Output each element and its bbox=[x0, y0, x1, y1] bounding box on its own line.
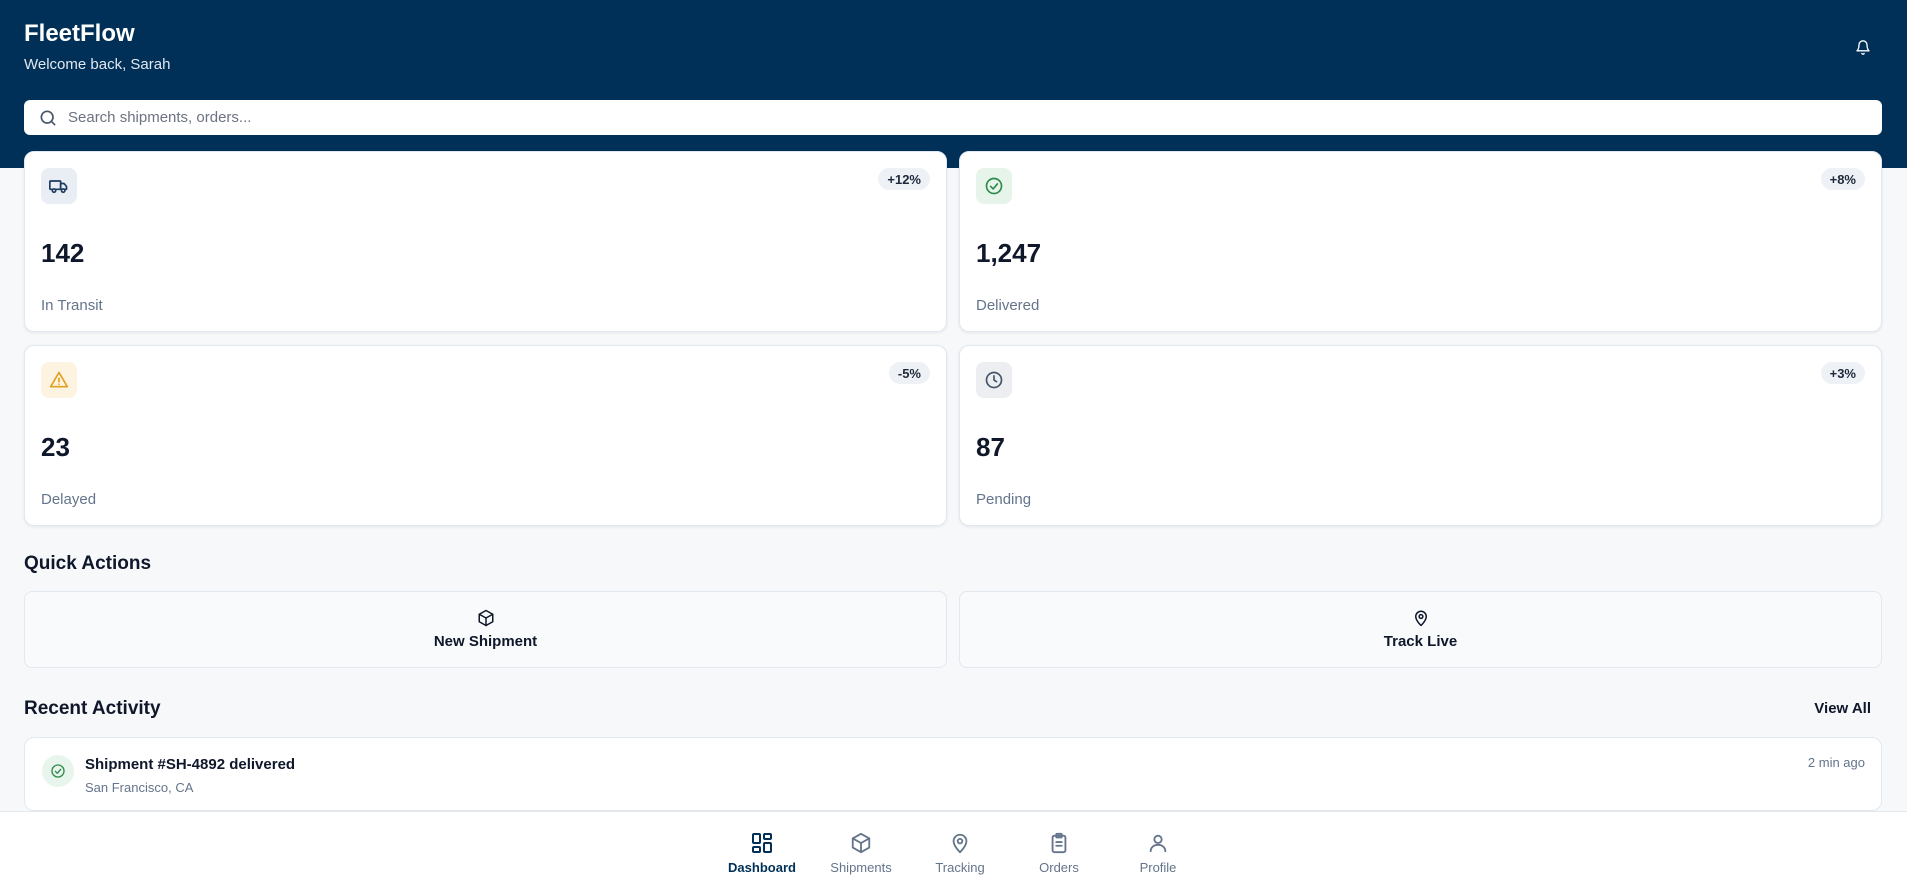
bottom-nav: Dashboard Shipments Tracking Orders Prof… bbox=[0, 811, 1907, 889]
nav-label: Orders bbox=[1039, 860, 1079, 875]
quick-actions-title: Quick Actions bbox=[24, 553, 152, 574]
nav-item-profile[interactable]: Profile bbox=[1118, 830, 1198, 878]
nav-label: Shipments bbox=[830, 860, 892, 875]
stat-value: 87 bbox=[976, 432, 1005, 462]
activity-item[interactable]: Shipment #SH-4892 delivered San Francisc… bbox=[24, 737, 1882, 811]
activity-location: San Francisco, CA bbox=[85, 780, 194, 795]
new-shipment-button[interactable]: New Shipment bbox=[24, 591, 947, 668]
package-icon bbox=[848, 830, 874, 856]
search-bar[interactable] bbox=[24, 100, 1882, 135]
change-badge: -5% bbox=[888, 362, 930, 384]
stat-value: 1,247 bbox=[976, 238, 1042, 268]
nav-label: Dashboard bbox=[728, 860, 796, 875]
view-all-link[interactable]: View All bbox=[1814, 700, 1871, 717]
bell-icon[interactable] bbox=[1852, 36, 1874, 58]
clipboard-icon bbox=[1046, 830, 1072, 856]
change-badge: +3% bbox=[1820, 362, 1865, 384]
nav-item-orders[interactable]: Orders bbox=[1019, 830, 1099, 878]
user-icon bbox=[1145, 830, 1171, 856]
warning-icon bbox=[41, 362, 77, 398]
stat-card-pending[interactable]: +3% 87 Pending bbox=[959, 345, 1882, 526]
app-header: FleetFlow Welcome back, Sarah bbox=[0, 0, 1907, 168]
stat-card-in-transit[interactable]: +12% 142 In Transit bbox=[24, 151, 947, 332]
change-badge: +8% bbox=[1820, 168, 1865, 190]
truck-icon bbox=[41, 168, 77, 204]
stat-value: 23 bbox=[41, 432, 70, 462]
dashboard-icon bbox=[749, 830, 775, 856]
track-live-button[interactable]: Track Live bbox=[959, 591, 1882, 668]
action-label: Track Live bbox=[1383, 633, 1458, 650]
check-circle-icon bbox=[42, 755, 74, 787]
nav-item-tracking[interactable]: Tracking bbox=[920, 830, 1000, 878]
change-badge: +12% bbox=[878, 168, 930, 190]
app-title: FleetFlow bbox=[24, 20, 135, 47]
activity-title: Shipment #SH-4892 delivered bbox=[85, 756, 296, 773]
check-circle-icon bbox=[976, 168, 1012, 204]
stat-card-delivered[interactable]: +8% 1,247 Delivered bbox=[959, 151, 1882, 332]
welcome-message: Welcome back, Sarah bbox=[24, 56, 171, 73]
recent-activity-title: Recent Activity bbox=[24, 698, 161, 719]
nav-item-dashboard[interactable]: Dashboard bbox=[722, 830, 802, 878]
stat-card-delayed[interactable]: -5% 23 Delayed bbox=[24, 345, 947, 526]
nav-label: Profile bbox=[1139, 860, 1177, 875]
stat-label: Delayed bbox=[41, 491, 97, 508]
map-pin-icon bbox=[1412, 609, 1430, 627]
stat-label: Pending bbox=[976, 491, 1032, 508]
stat-value: 142 bbox=[41, 238, 85, 268]
search-input[interactable] bbox=[68, 109, 1848, 126]
clock-icon bbox=[976, 362, 1012, 398]
stat-label: Delivered bbox=[976, 297, 1040, 314]
search-icon bbox=[38, 108, 58, 128]
package-icon bbox=[477, 609, 495, 627]
nav-label: Tracking bbox=[935, 860, 985, 875]
stat-label: In Transit bbox=[41, 297, 103, 314]
map-pin-icon bbox=[947, 830, 973, 856]
nav-item-shipments[interactable]: Shipments bbox=[821, 830, 901, 878]
action-label: New Shipment bbox=[433, 633, 538, 650]
activity-time: 2 min ago bbox=[1807, 755, 1865, 770]
